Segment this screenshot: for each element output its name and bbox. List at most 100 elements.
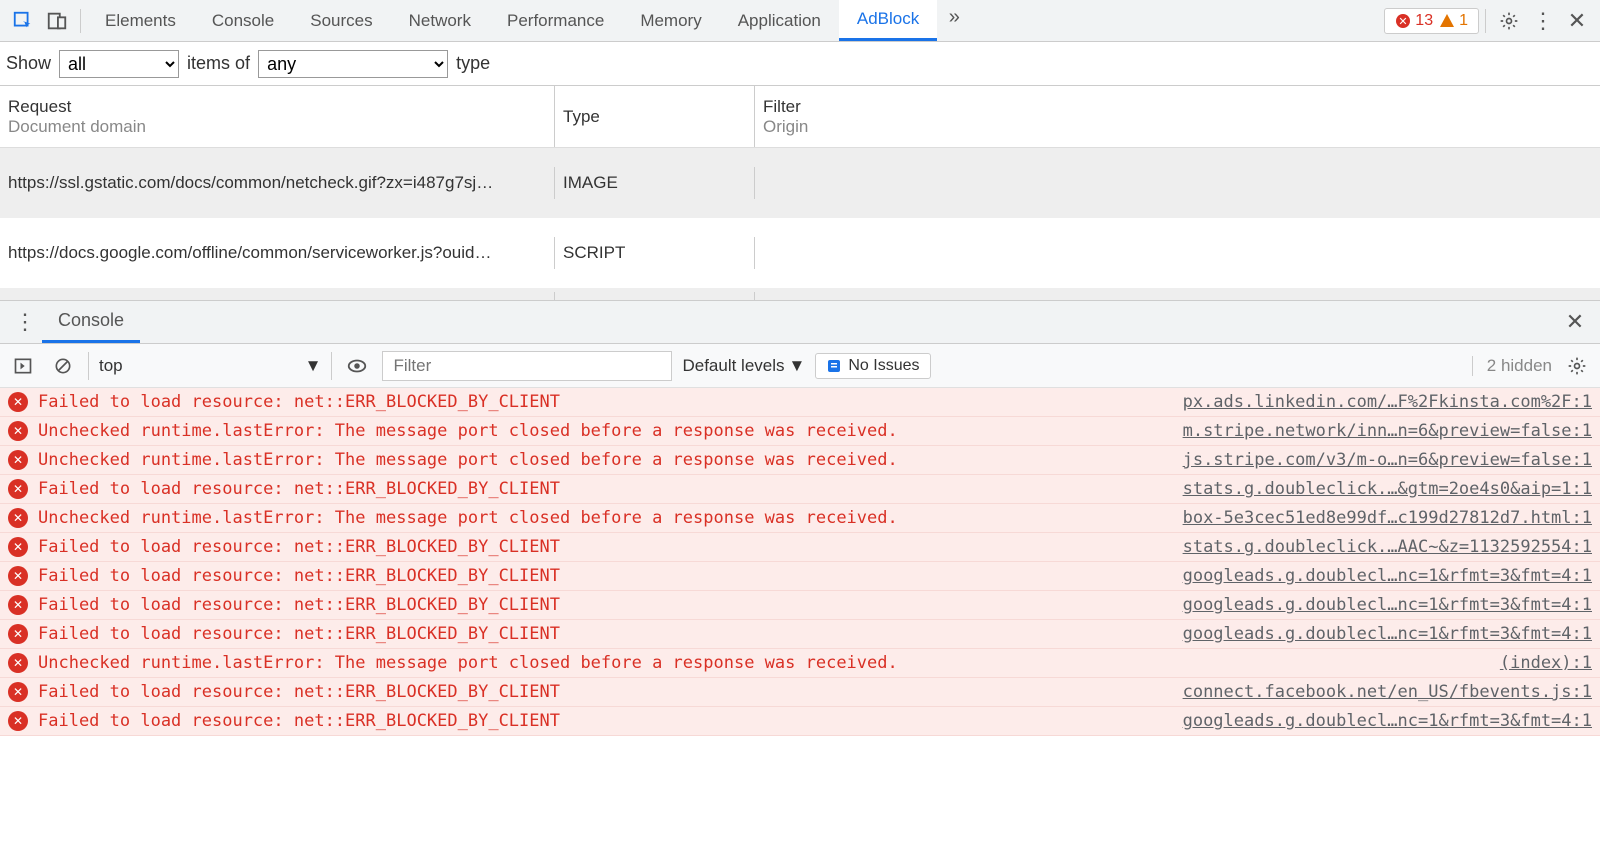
console-filter-input[interactable]: [382, 351, 672, 381]
col-type-header[interactable]: Type: [555, 86, 755, 147]
console-settings-icon[interactable]: [1562, 356, 1592, 376]
error-icon: [8, 595, 28, 615]
tab-performance[interactable]: Performance: [489, 0, 622, 41]
table-row[interactable]: https://docs.google.com/offline/common/s…: [0, 218, 1600, 288]
live-expression-icon[interactable]: [342, 355, 372, 377]
message-text: Failed to load resource: net::ERR_BLOCKE…: [38, 682, 1171, 702]
inspect-element-icon[interactable]: [6, 4, 40, 38]
message-source-link[interactable]: connect.facebook.net/en_US/fbevents.js:1: [1183, 682, 1592, 702]
type-label: type: [456, 53, 490, 74]
error-icon: [8, 653, 28, 673]
console-message[interactable]: Failed to load resource: net::ERR_BLOCKE…: [0, 707, 1600, 736]
error-icon: [8, 392, 28, 412]
more-tabs-icon[interactable]: »: [937, 0, 971, 34]
console-message[interactable]: Failed to load resource: net::ERR_BLOCKE…: [0, 620, 1600, 649]
adblock-table: Request Document domain Type Filter Orig…: [0, 86, 1600, 300]
drawer-header: ⋮ Console ✕: [0, 300, 1600, 344]
col-request-header[interactable]: Request Document domain: [0, 86, 555, 147]
message-source-link[interactable]: stats.g.doubleclick.…&gtm=2oe4s0&aip=1:1: [1183, 479, 1592, 499]
error-icon: [8, 711, 28, 731]
message-source-link[interactable]: googleads.g.doublecl…nc=1&rfmt=3&fmt=4:1: [1183, 566, 1592, 586]
error-count-badge: ✕ 13: [1395, 12, 1433, 30]
tab-network[interactable]: Network: [391, 0, 489, 41]
divider: [1485, 9, 1486, 33]
message-source-link[interactable]: px.ads.linkedin.com/…F%2Fkinsta.com%2F:1: [1183, 392, 1592, 412]
message-text: Failed to load resource: net::ERR_BLOCKE…: [38, 595, 1171, 615]
tab-elements[interactable]: Elements: [87, 0, 194, 41]
drawer-tab-console[interactable]: Console: [42, 301, 140, 343]
tab-memory[interactable]: Memory: [622, 0, 719, 41]
message-source-link[interactable]: (index):1: [1500, 653, 1592, 673]
console-message[interactable]: Failed to load resource: net::ERR_BLOCKE…: [0, 678, 1600, 707]
message-text: Failed to load resource: net::ERR_BLOCKE…: [38, 537, 1171, 557]
error-icon: [8, 508, 28, 528]
message-source-link[interactable]: googleads.g.doublecl…nc=1&rfmt=3&fmt=4:1: [1183, 624, 1592, 644]
show-select[interactable]: all: [59, 50, 179, 78]
console-message[interactable]: Failed to load resource: net::ERR_BLOCKE…: [0, 562, 1600, 591]
message-text: Unchecked runtime.lastError: The message…: [38, 653, 1488, 673]
drawer-menu-icon[interactable]: ⋮: [8, 309, 42, 335]
error-icon: [8, 624, 28, 644]
console-message[interactable]: Failed to load resource: net::ERR_BLOCKE…: [0, 591, 1600, 620]
items-of-label: items of: [187, 53, 250, 74]
toggle-sidebar-icon[interactable]: [8, 356, 38, 376]
error-icon: [8, 566, 28, 586]
message-text: Failed to load resource: net::ERR_BLOCKE…: [38, 566, 1171, 586]
close-devtools-icon[interactable]: ✕: [1560, 4, 1594, 38]
adblock-table-head: Request Document domain Type Filter Orig…: [0, 86, 1600, 148]
type-select[interactable]: any: [258, 50, 448, 78]
console-message[interactable]: Unchecked runtime.lastError: The message…: [0, 446, 1600, 475]
message-source-link[interactable]: googleads.g.doublecl…nc=1&rfmt=3&fmt=4:1: [1183, 711, 1592, 731]
divider: [80, 9, 81, 33]
tab-sources[interactable]: Sources: [292, 0, 390, 41]
settings-icon[interactable]: [1492, 4, 1526, 38]
warning-count: 1: [1459, 12, 1468, 30]
chevron-down-icon: ▼: [789, 356, 806, 376]
message-source-link[interactable]: googleads.g.doublecl…nc=1&rfmt=3&fmt=4:1: [1183, 595, 1592, 615]
device-toolbar-icon[interactable]: [40, 4, 74, 38]
console-message[interactable]: Failed to load resource: net::ERR_BLOCKE…: [0, 533, 1600, 562]
console-message[interactable]: Unchecked runtime.lastError: The message…: [0, 417, 1600, 446]
console-messages[interactable]: Failed to load resource: net::ERR_BLOCKE…: [0, 388, 1600, 845]
table-row[interactable]: [0, 288, 1600, 300]
log-levels-select[interactable]: Default levels ▼: [682, 356, 805, 376]
warning-count-badge: 1: [1439, 12, 1468, 30]
issues-button[interactable]: No Issues: [815, 353, 930, 379]
devtools-tabbar: Elements Console Sources Network Perform…: [0, 0, 1600, 42]
panel-tabs: Elements Console Sources Network Perform…: [87, 0, 971, 41]
tab-adblock[interactable]: AdBlock: [839, 0, 937, 41]
close-drawer-icon[interactable]: ✕: [1558, 309, 1592, 335]
chevron-down-icon: ▼: [305, 356, 322, 376]
error-warning-badges[interactable]: ✕ 13 1: [1384, 8, 1479, 34]
message-text: Unchecked runtime.lastError: The message…: [38, 450, 1171, 470]
error-icon: [8, 682, 28, 702]
console-message[interactable]: Unchecked runtime.lastError: The message…: [0, 649, 1600, 678]
more-options-icon[interactable]: ⋮: [1526, 4, 1560, 38]
tab-application[interactable]: Application: [720, 0, 839, 41]
adblock-rows[interactable]: https://ssl.gstatic.com/docs/common/netc…: [0, 148, 1600, 300]
error-icon: [8, 537, 28, 557]
error-icon: [8, 479, 28, 499]
console-message[interactable]: Unchecked runtime.lastError: The message…: [0, 504, 1600, 533]
svg-text:✕: ✕: [1399, 16, 1408, 28]
clear-console-icon[interactable]: [48, 356, 78, 376]
hidden-count[interactable]: 2 hidden: [1472, 356, 1552, 376]
tab-console[interactable]: Console: [194, 0, 292, 41]
adblock-filter-bar: Show all items of any type: [0, 42, 1600, 86]
table-row[interactable]: https://ssl.gstatic.com/docs/common/netc…: [0, 148, 1600, 218]
console-message[interactable]: Failed to load resource: net::ERR_BLOCKE…: [0, 388, 1600, 417]
message-source-link[interactable]: box-5e3cec51ed8e99df…c199d27812d7.html:1: [1183, 508, 1592, 528]
message-text: Unchecked runtime.lastError: The message…: [38, 421, 1171, 441]
message-text: Failed to load resource: net::ERR_BLOCKE…: [38, 392, 1171, 412]
col-filter-header[interactable]: Filter Origin: [755, 86, 1600, 147]
message-source-link[interactable]: js.stripe.com/v3/m-o…n=6&preview=false:1: [1183, 450, 1592, 470]
message-source-link[interactable]: stats.g.doubleclick.…AAC~&z=1132592554:1: [1183, 537, 1592, 557]
console-message[interactable]: Failed to load resource: net::ERR_BLOCKE…: [0, 475, 1600, 504]
message-text: Failed to load resource: net::ERR_BLOCKE…: [38, 624, 1171, 644]
message-source-link[interactable]: m.stripe.network/inn…n=6&preview=false:1: [1183, 421, 1592, 441]
context-select[interactable]: top ▼: [88, 352, 332, 380]
console-toolbar: top ▼ Default levels ▼ No Issues 2 hidde…: [0, 344, 1600, 388]
message-text: Failed to load resource: net::ERR_BLOCKE…: [38, 711, 1171, 731]
show-label: Show: [6, 53, 51, 74]
message-text: Failed to load resource: net::ERR_BLOCKE…: [38, 479, 1171, 499]
